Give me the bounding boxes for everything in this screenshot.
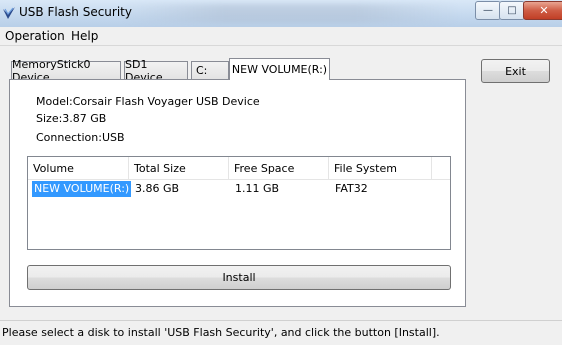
close-button[interactable]: ✕: [523, 1, 562, 20]
status-text: Please select a disk to install 'USB Fla…: [2, 326, 440, 339]
close-icon: ✕: [539, 4, 549, 17]
table-row[interactable]: NEW VOLUME(R:) 3.86 GB 1.11 GB FAT32: [28, 181, 450, 197]
window-title: USB Flash Security: [19, 5, 132, 19]
menu-help[interactable]: Help: [71, 29, 98, 43]
volume-list[interactable]: Volume Total Size Free Space File System…: [27, 156, 451, 250]
exit-button[interactable]: Exit: [481, 59, 550, 83]
cell-total-size: 3.86 GB: [135, 182, 180, 195]
app-icon: [3, 7, 15, 19]
tab-memorystick0[interactable]: MemoryStick0 Device: [11, 58, 121, 84]
minimize-icon: —: [483, 4, 493, 16]
tab-c-drive[interactable]: C:: [191, 61, 229, 79]
device-size: Size:3.87 GB: [36, 112, 107, 125]
tab-new-volume[interactable]: NEW VOLUME(R:): [229, 58, 330, 80]
install-button[interactable]: Install: [27, 265, 451, 290]
volume-list-header: Volume Total Size Free Space File System: [28, 157, 450, 180]
column-header-volume[interactable]: Volume: [28, 157, 129, 179]
column-header-total-size[interactable]: Total Size: [129, 157, 229, 179]
tab-sd1[interactable]: SD1 Device: [124, 58, 188, 84]
menu-bar: Operation Help: [0, 27, 562, 46]
cell-free-space: 1.11 GB: [235, 182, 280, 195]
maximize-icon: □: [507, 4, 517, 16]
minimize-button[interactable]: —: [475, 1, 501, 20]
column-header-file-system[interactable]: File System: [329, 157, 432, 179]
cell-file-system: FAT32: [335, 182, 368, 195]
cell-volume[interactable]: NEW VOLUME(R:): [32, 181, 132, 197]
title-bar: USB Flash Security — □ ✕: [0, 0, 562, 27]
title-bar-background: [120, 4, 460, 23]
maximize-button[interactable]: □: [499, 1, 525, 20]
tab-panel: Model:Corsair Flash Voyager USB Device S…: [9, 79, 466, 307]
column-header-free-space[interactable]: Free Space: [229, 157, 329, 179]
device-connection: Connection:USB: [36, 131, 125, 144]
menu-operation[interactable]: Operation: [5, 29, 65, 43]
device-model: Model:Corsair Flash Voyager USB Device: [36, 95, 260, 108]
status-bar: Please select a disk to install 'USB Fla…: [0, 320, 562, 345]
